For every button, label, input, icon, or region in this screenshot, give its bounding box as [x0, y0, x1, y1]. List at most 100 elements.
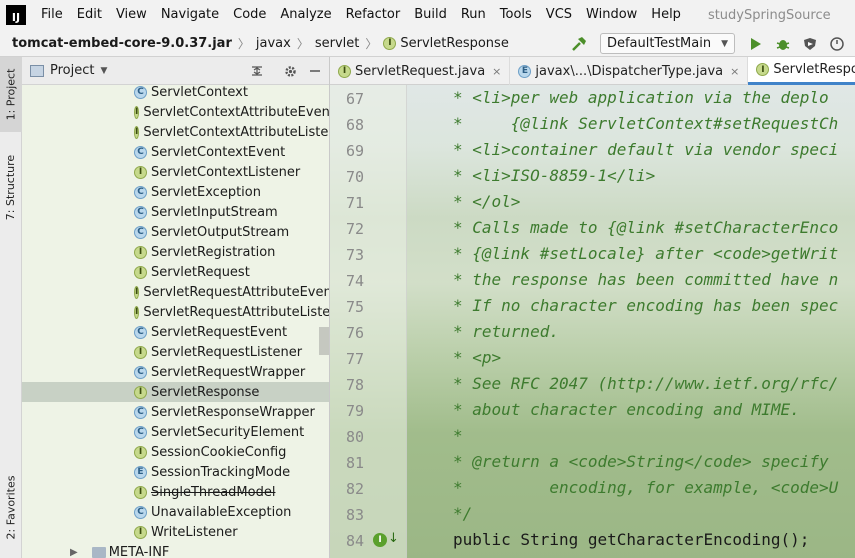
tree-item[interactable]: I SessionCookieConfig [22, 442, 329, 462]
breadcrumb-jar[interactable]: tomcat-embed-core-9.0.37.jar [12, 36, 232, 51]
menu-item-window[interactable]: Window [579, 0, 644, 30]
menu-item-code[interactable]: Code [226, 0, 273, 30]
breadcrumb-current[interactable]: I ServletResponse [383, 36, 509, 51]
chevron-down-icon[interactable]: ▼ [100, 66, 107, 76]
line-number: 83 [345, 506, 364, 524]
code-line[interactable]: * the response has been committed have n [453, 270, 838, 289]
breadcrumb-subpackage[interactable]: servlet [315, 36, 360, 51]
tree-item[interactable]: I WriteListener [22, 522, 329, 542]
code-line[interactable]: * {@link ServletContext#setRequestCh [453, 114, 838, 133]
tree-item[interactable]: C ServletSecurityElement [22, 422, 329, 442]
tree-item-label: UnavailableException [151, 504, 292, 520]
menu-item-vcs[interactable]: VCS [539, 0, 579, 30]
enum-icon: E [134, 465, 147, 479]
menu-item-refactor[interactable]: Refactor [339, 0, 408, 30]
run-icon[interactable] [747, 35, 765, 53]
code-line[interactable]: * <p> [453, 348, 501, 367]
tree-folder-meta-inf[interactable]: ▶ META-INF [22, 542, 329, 558]
profile-icon[interactable] [828, 35, 846, 53]
code-line[interactable]: * {@link #setLocale} after <code>getWrit [453, 244, 838, 263]
tree-item[interactable]: I ServletRequestAttributeEvent [22, 282, 329, 302]
chevron-right-icon[interactable]: ▶ [70, 547, 78, 558]
project-panel-title[interactable]: Project [50, 63, 94, 78]
tree-item[interactable]: C ServletException [22, 182, 329, 202]
minimize-icon[interactable] [306, 62, 324, 80]
menu-item-run[interactable]: Run [454, 0, 493, 30]
menu-item-view[interactable]: View [109, 0, 154, 30]
code-line[interactable]: * @return a <code>String</code> specify [453, 452, 829, 471]
enum-icon: E [518, 64, 532, 78]
class-icon: C [134, 85, 147, 99]
menu-item-tools[interactable]: Tools [493, 0, 539, 30]
class-icon: C [134, 205, 147, 219]
coverage-icon[interactable] [801, 35, 819, 53]
debug-icon[interactable] [774, 35, 792, 53]
code-line[interactable]: * If no character encoding has been spec [453, 296, 838, 315]
editor-tab[interactable]: Ejavax\...\DispatcherType.java × [510, 57, 749, 85]
menu-item-navigate[interactable]: Navigate [154, 0, 226, 30]
menu-item-help[interactable]: Help [644, 0, 688, 30]
tree-item[interactable]: C ServletInputStream [22, 202, 329, 222]
tree-item[interactable]: C ServletContextEvent [22, 142, 329, 162]
tree-item[interactable]: C ServletRequestWrapper [22, 362, 329, 382]
tree-item[interactable]: C ServletResponseWrapper [22, 402, 329, 422]
gear-icon[interactable] [281, 62, 299, 80]
tree-item[interactable]: C ServletContext [22, 82, 329, 102]
tree-item-label: ServletRequest [151, 264, 250, 280]
left-tool-stripe: 1: Project 7: Structure 2: Favorites [0, 57, 22, 558]
breadcrumb-package[interactable]: javax [256, 36, 291, 51]
menu-item-file[interactable]: File [34, 0, 70, 30]
tree-item[interactable]: I ServletResponse [22, 382, 329, 402]
tree-item-label: ServletContextAttributeEvent [143, 104, 330, 120]
tab-structure[interactable]: 7: Structure [0, 142, 22, 232]
build-hammer-icon[interactable] [570, 35, 588, 53]
editor-tab[interactable]: I ServletRequest.java × [330, 57, 511, 85]
code-line[interactable]: * about character encoding and MIME. [453, 400, 800, 419]
tree-item[interactable]: I ServletRequest [22, 262, 329, 282]
class-icon: C [134, 365, 147, 379]
code-line[interactable]: * Calls made to {@link #setCharacterEnco [453, 218, 838, 237]
tree-item[interactable]: I ServletContextAttributeListener [22, 122, 329, 142]
menu-item-build[interactable]: Build [407, 0, 454, 30]
tree-item[interactable]: IServletRequestAttributeListener [22, 302, 329, 322]
tree-item[interactable]: E SessionTrackingMode [22, 462, 329, 482]
editor-tab[interactable]: IServletResponse.java [748, 57, 855, 85]
tree-item[interactable]: I SingleThreadModel [22, 482, 329, 502]
close-tab-icon[interactable]: × [730, 65, 739, 78]
tree-item[interactable]: I ServletContextAttributeEvent [22, 102, 330, 122]
tree-item[interactable]: C ServletOutputStream [22, 222, 329, 242]
tree-item[interactable]: I ServletContextListener [22, 162, 329, 182]
class-icon: C [134, 225, 147, 239]
tree-item[interactable]: I ServletRegistration [22, 242, 329, 262]
scrollbar-thumb[interactable] [319, 327, 329, 355]
code-line[interactable]: public String getCharacterEncoding(); [453, 530, 809, 549]
code-line[interactable]: * returned. [453, 322, 559, 341]
collapse-all-icon[interactable] [248, 62, 266, 80]
line-number: 78 [345, 376, 364, 394]
tab-favorites[interactable]: 2: Favorites [0, 457, 22, 557]
tab-project[interactable]: 1: Project [0, 57, 22, 132]
class-icon: C [134, 185, 147, 199]
code-line[interactable]: * <li>container default via vendor speci [453, 140, 838, 159]
menu-item-edit[interactable]: Edit [70, 0, 109, 30]
tree-item[interactable]: C ServletRequestEvent [22, 322, 329, 342]
tree-item-label: ServletOutputStream [151, 224, 290, 240]
down-arrow-icon[interactable]: ↓ [388, 531, 399, 546]
tree-item-label: ServletContext [151, 84, 248, 100]
run-configuration-select[interactable]: DefaultTestMain ▼ [599, 33, 735, 54]
code-line[interactable]: * </ol> [453, 192, 520, 211]
implemented-icon[interactable]: I [373, 533, 387, 547]
breadcrumb-separator: 〉 [237, 36, 250, 51]
code-line[interactable]: * encoding, for example, <code>U [453, 478, 838, 497]
close-tab-icon[interactable]: × [492, 65, 501, 78]
code-line[interactable]: * <li>ISO-8859-1</li> [453, 166, 655, 185]
code-line[interactable]: * [453, 426, 463, 445]
tree-item[interactable]: C UnavailableException [22, 502, 329, 522]
code-line[interactable]: * See RFC 2047 (http://www.ietf.org/rfc/ [453, 374, 838, 393]
menu-item-analyze[interactable]: Analyze [273, 0, 338, 30]
code-line[interactable]: */ [453, 504, 472, 523]
code-line[interactable]: * <li>per web application via the deplo [453, 88, 829, 107]
interface-icon: I [338, 64, 351, 78]
tree-item[interactable]: I ServletRequestListener [22, 342, 329, 362]
tree-item-label: WriteListener [151, 524, 238, 540]
